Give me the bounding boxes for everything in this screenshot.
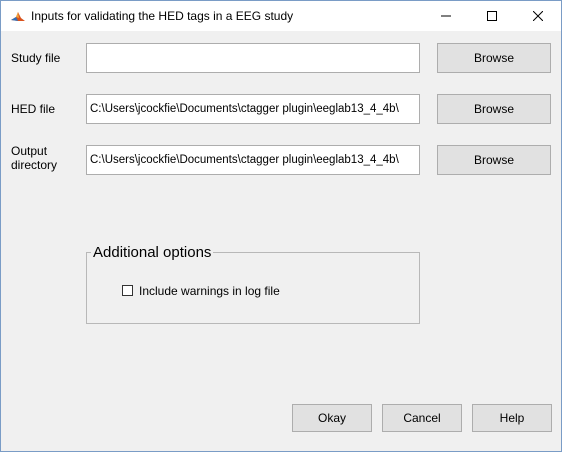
- matlab-icon: [10, 9, 26, 25]
- output-directory-label: Output directory: [11, 144, 57, 172]
- maximize-button[interactable]: [469, 1, 515, 31]
- output-directory-label-line2: directory: [11, 158, 58, 172]
- browse-study-file-button[interactable]: Browse: [437, 43, 551, 73]
- minimize-icon: [441, 15, 451, 17]
- maximize-icon: [487, 11, 497, 21]
- hed-file-field[interactable]: C:\Users\jcockfie\Documents\ctagger plug…: [86, 94, 420, 124]
- dialog-window: Inputs for validating the HED tags in a …: [0, 0, 562, 452]
- browse-output-directory-button[interactable]: Browse: [437, 145, 551, 175]
- additional-options-title: Additional options: [91, 244, 214, 262]
- hed-file-label: HED file: [11, 102, 56, 116]
- help-button[interactable]: Help: [472, 404, 552, 432]
- output-directory-field[interactable]: C:\Users\jcockfie\Documents\ctagger plug…: [86, 145, 420, 175]
- title-bar[interactable]: Inputs for validating the HED tags in a …: [1, 1, 561, 31]
- minimize-button[interactable]: [423, 1, 469, 31]
- include-warnings-label[interactable]: Include warnings in log file: [139, 284, 280, 298]
- close-icon: [533, 11, 543, 21]
- study-file-label: Study file: [11, 51, 61, 65]
- okay-button[interactable]: Okay: [292, 404, 372, 432]
- window-title: Inputs for validating the HED tags in a …: [31, 9, 294, 23]
- output-directory-label-line1: Output: [11, 144, 48, 158]
- include-warnings-checkbox[interactable]: [122, 285, 133, 296]
- browse-hed-file-button[interactable]: Browse: [437, 94, 551, 124]
- cancel-button[interactable]: Cancel: [382, 404, 462, 432]
- study-file-field[interactable]: [86, 43, 420, 73]
- close-button[interactable]: [515, 1, 561, 31]
